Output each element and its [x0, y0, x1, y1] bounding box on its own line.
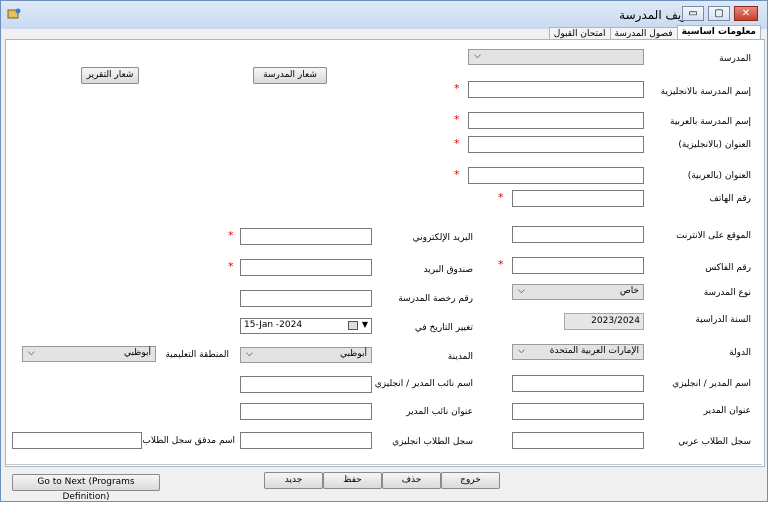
- divider: [6, 464, 762, 465]
- school-select[interactable]: ⌵: [468, 49, 644, 65]
- required-mark: *: [454, 137, 460, 150]
- license-no-label: رقم رخصة المدرسة: [398, 294, 473, 304]
- new-button[interactable]: جديد: [264, 472, 323, 489]
- fax-label: رقم الفاكس: [705, 263, 751, 273]
- email-label: البريد الإلكتروني: [412, 233, 473, 243]
- country-select[interactable]: ⌵ الإمارات العربية المتحدة: [512, 344, 644, 360]
- academic-year-field: 2023/2024: [564, 313, 644, 330]
- go-to-next-button[interactable]: Go to Next (Programs Definition): [12, 474, 160, 502]
- principal-address-label: عنوان المدير: [703, 406, 751, 416]
- tab-panel: [5, 39, 765, 467]
- address-ar-label: العنوان (بالعربية): [687, 171, 751, 181]
- maximize-icon[interactable]: ▢: [708, 6, 730, 21]
- exit-button[interactable]: خروج: [441, 472, 500, 489]
- required-mark: *: [228, 229, 234, 242]
- vice-name-label: اسم نائب المدير / انجليزي: [374, 379, 473, 389]
- address-en-label: العنوان (بالانجليزية): [678, 140, 751, 150]
- school-logo-button[interactable]: شعار المدرسة: [253, 67, 327, 84]
- country-label: الدولة: [729, 348, 751, 358]
- chevron-down-icon: ⌵: [474, 51, 481, 61]
- name-ar-label: إسم المدرسة بالعربية: [670, 117, 751, 127]
- required-mark: *: [454, 113, 460, 126]
- school-type-select[interactable]: ⌵ خاص: [512, 284, 644, 300]
- arabic-register-field[interactable]: [512, 432, 644, 449]
- city-label: المدينة: [447, 352, 473, 362]
- chevron-down-icon: ⌵: [28, 348, 35, 358]
- school-label: المدرسة: [719, 54, 751, 64]
- auditor-name-label: اسم مدقق سجل الطلاب: [142, 436, 235, 446]
- required-mark: *: [498, 191, 504, 204]
- change-date-picker[interactable]: 15-Jan -2024 ▼: [240, 318, 372, 334]
- vice-address-field[interactable]: [240, 403, 372, 420]
- email-field[interactable]: [240, 228, 372, 245]
- principal-name-field[interactable]: [512, 375, 644, 392]
- english-register-field[interactable]: [240, 432, 372, 449]
- chevron-down-icon: ⌵: [518, 286, 525, 296]
- chevron-down-icon: ⌵: [246, 349, 253, 359]
- name-ar-field[interactable]: [468, 112, 644, 129]
- phone-label: رقم الهاتف: [709, 194, 751, 204]
- change-date-label: تغيير التاريخ في: [414, 323, 473, 333]
- required-mark: *: [498, 258, 504, 271]
- principal-address-field[interactable]: [512, 403, 644, 420]
- required-mark: *: [228, 260, 234, 273]
- website-label: الموقع على الانترنت: [676, 231, 751, 241]
- school-type-label: نوع المدرسة: [703, 288, 751, 298]
- title-bar: تعريف المدرسة ▭ ▢ ✕: [1, 1, 767, 29]
- principal-name-label: اسم المدير / انجليزي: [672, 379, 751, 389]
- window: تعريف المدرسة ▭ ▢ ✕ معلومات اساسية فصول …: [0, 0, 768, 502]
- arabic-register-label: سجل الطلاب عربي: [678, 437, 751, 447]
- address-en-field[interactable]: [468, 136, 644, 153]
- report-logo-button[interactable]: شعار التقرير: [81, 67, 139, 84]
- chevron-down-icon[interactable]: ▼: [362, 320, 368, 329]
- po-box-label: صندوق البريد: [423, 265, 473, 275]
- calendar-icon[interactable]: [348, 321, 358, 330]
- name-en-label: إسم المدرسة بالانجليزية: [660, 87, 751, 97]
- close-icon[interactable]: ✕: [734, 6, 758, 21]
- po-box-field[interactable]: [240, 259, 372, 276]
- minimize-icon[interactable]: ▭: [682, 6, 704, 21]
- website-field[interactable]: [512, 226, 644, 243]
- app-icon: [7, 8, 21, 20]
- edu-zone-label: المنطقة التعليمية: [165, 350, 229, 360]
- required-mark: *: [454, 168, 460, 181]
- chevron-down-icon: ⌵: [518, 346, 525, 356]
- save-button[interactable]: حفظ: [323, 472, 382, 489]
- tab-basic-info[interactable]: معلومات اساسية: [676, 25, 761, 39]
- license-no-field[interactable]: [240, 290, 372, 307]
- phone-field[interactable]: [512, 190, 644, 207]
- required-mark: *: [454, 82, 460, 95]
- academic-year-label: السنة الدراسية: [695, 315, 751, 325]
- vice-address-label: عنوان نائب المدير: [406, 407, 473, 417]
- english-register-label: سجل الطلاب انجليزي: [392, 437, 473, 447]
- city-select[interactable]: ⌵ أبوظبي: [240, 347, 372, 363]
- vice-name-field[interactable]: [240, 376, 372, 393]
- auditor-name-field[interactable]: [12, 432, 142, 449]
- name-en-field[interactable]: [468, 81, 644, 98]
- delete-button[interactable]: حذف: [382, 472, 441, 489]
- fax-field[interactable]: [512, 257, 644, 274]
- address-ar-field[interactable]: [468, 167, 644, 184]
- edu-zone-select[interactable]: ⌵ أبوظبي: [22, 346, 156, 362]
